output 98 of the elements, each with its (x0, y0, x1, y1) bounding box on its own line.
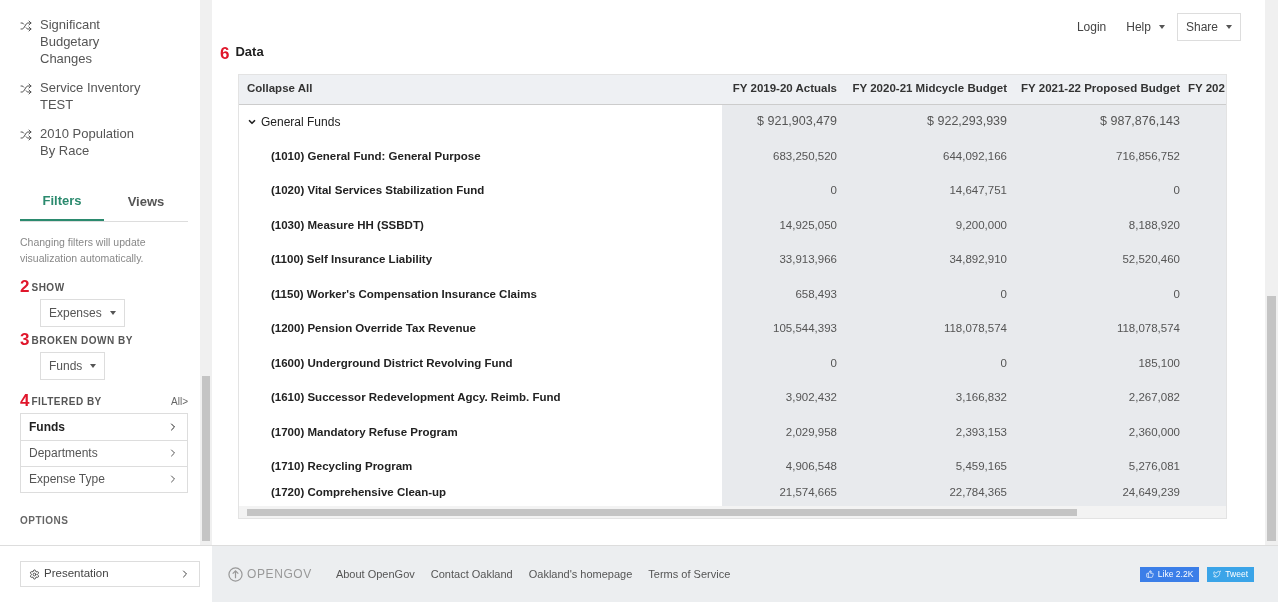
column-header[interactable]: FY 2021-22 Proposed Budget (1011, 80, 1184, 98)
table-cell-text: 14,647,751 (948, 183, 1008, 199)
table-cell-text: 0 (999, 355, 1008, 371)
tab[interactable]: Views (104, 191, 188, 221)
table-cell-text: 0 (1172, 286, 1181, 302)
table-cell-text: 0 (829, 355, 838, 371)
table-cell-text: 2,029,958 (784, 424, 838, 440)
filter-item[interactable]: Funds (21, 413, 187, 440)
like-button[interactable]: Like 2.2K (1139, 566, 1200, 582)
report-link[interactable]: Service Inventory TEST (40, 79, 150, 113)
row-label: (1100) Self Insurance Liability (270, 252, 434, 268)
table-cell-text: 644,092,166 (942, 148, 1008, 164)
report-icon (20, 129, 32, 141)
table-cell-text: 2,267,082 (1127, 390, 1181, 406)
table-cell-text: 22,784,365 (948, 485, 1008, 500)
section-label: OPTIONS (20, 513, 70, 528)
table-cell-text: 14,925,050 (778, 217, 838, 233)
logo-icon (228, 566, 243, 582)
annotation-number: 2 (20, 277, 30, 295)
report-link[interactable]: 2010 Population By Race (40, 125, 150, 159)
bird-icon (1213, 570, 1222, 578)
column-header[interactable]: FY 2020-21 Midcycle Budget (841, 80, 1011, 98)
table-cell-text: 185,100 (1137, 355, 1181, 371)
filters-note: Changing filters will update visualization automatically. (20, 234, 147, 266)
row-label: (1030) Measure HH (SSBDT) (270, 217, 425, 233)
filter-item[interactable]: Departments (21, 439, 187, 466)
table-cell-text: 118,078,574 (942, 321, 1008, 337)
row-label: (1200) Pension Override Tax Revenue (270, 321, 477, 337)
footer-link[interactable]: Contact Oakland (430, 565, 513, 583)
settings-icon (29, 568, 40, 580)
table-cell-text: 716,856,752 (1115, 148, 1181, 164)
caret-icon (109, 310, 116, 315)
table-cell-text: 4,906,548 (784, 459, 838, 475)
footer-link[interactable]: Oakland's homepage (528, 565, 633, 583)
table-cell-text: 5,459,165 (954, 459, 1008, 475)
table-cell-text: 3,902,432 (784, 390, 838, 406)
group-toggle[interactable]: General Funds (239, 112, 722, 131)
report-link[interactable]: Significant Budgetary Changes (40, 16, 150, 67)
table-cell-text: 105,544,393 (772, 321, 838, 337)
table-cell-text: 9,200,000 (954, 217, 1008, 233)
horizontal-scrollbar[interactable] (239, 506, 1226, 518)
table-cell-text: 52,520,460 (1121, 252, 1181, 268)
table-cell-text: $ 921,903,479 (756, 113, 838, 131)
table-cell-text: $ 922,293,939 (926, 113, 1008, 131)
column-header[interactable]: FY 202 (1184, 80, 1226, 98)
row-label: (1700) Mandatory Refuse Program (270, 424, 459, 440)
table-cell-text: 658,493 (794, 286, 838, 302)
row-label: (1600) Underground District Revolving Fund (270, 355, 514, 371)
column-header[interactable]: FY 2019-20 Actuals (722, 80, 841, 98)
table-cell-text: 0 (1172, 183, 1181, 199)
annotation-number: 4 (20, 391, 30, 409)
section-label: SHOW (31, 280, 65, 295)
filter-item[interactable]: Expense Type (21, 465, 187, 492)
section-label: FILTERED BY (31, 394, 102, 409)
row-label: (1010) General Fund: General Purpose (270, 148, 482, 164)
row-label: (1020) Vital Services Stabilization Fund (270, 183, 486, 199)
table-cell-text: 33,913,966 (778, 252, 838, 268)
logo-text: OPENGOV (247, 566, 312, 583)
thumbs-up-icon (1145, 570, 1154, 578)
table-cell-text: 2,360,000 (1127, 424, 1181, 440)
table-cell-text: 118,078,574 (1115, 321, 1181, 337)
caret-icon (90, 363, 97, 368)
row-label: (1710) Recycling Program (270, 459, 414, 475)
table-cell-text: $ 987,876,143 (1099, 113, 1181, 131)
scrollbar[interactable] (1265, 0, 1278, 545)
table-cell-text: 0 (829, 183, 838, 199)
report-icon (20, 20, 32, 32)
footer-link[interactable]: About OpenGov (335, 565, 415, 583)
dropdown[interactable]: Expenses (40, 298, 125, 327)
all-link[interactable]: All> (171, 393, 188, 409)
table-cell-text: 24,649,239 (1121, 485, 1181, 500)
help-menu[interactable]: Help (1126, 18, 1165, 36)
login-link[interactable]: Login (1076, 18, 1107, 36)
table-cell-text: 34,892,910 (948, 252, 1008, 268)
section-label: BROKEN DOWN BY (31, 333, 133, 348)
table-cell-text: 0 (999, 286, 1008, 302)
report-icon (20, 83, 32, 95)
table-cell-text: 683,250,520 (772, 148, 838, 164)
table-cell-text: 21,574,665 (778, 485, 838, 500)
row-label: (1150) Worker's Compensation Insurance Claims (270, 286, 538, 302)
dropdown[interactable]: Funds (40, 351, 106, 380)
table-cell-text: 3,166,832 (954, 390, 1008, 406)
caret-icon (1226, 25, 1232, 29)
table-cell-text: 2,393,153 (954, 424, 1008, 440)
scrollbar[interactable] (200, 0, 212, 545)
table-cell-text: 5,276,081 (1127, 459, 1181, 475)
caret-icon (1158, 25, 1165, 29)
collapse-all-button[interactable]: Collapse All (239, 80, 722, 98)
annotation-number: 6 (220, 44, 230, 62)
row-label: (1720) Comprehensive Clean-up (270, 485, 448, 500)
row-label: (1610) Successor Redevelopment Agcy. Reimb. Fund (270, 390, 562, 406)
share-button[interactable]: Share (1176, 13, 1241, 41)
annotation-number: 3 (20, 330, 30, 348)
tab[interactable]: Filters (20, 191, 104, 221)
footer-link[interactable]: Terms of Service (648, 565, 731, 583)
table-cell-text: 8,188,920 (1127, 217, 1181, 233)
section-title: Data (235, 43, 264, 61)
presentation-button[interactable]: Presentation (20, 561, 200, 587)
